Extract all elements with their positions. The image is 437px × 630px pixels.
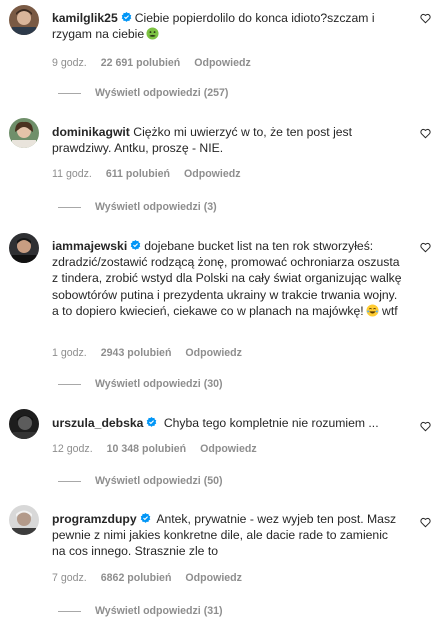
comment-likes[interactable]: 2943 polubień — [101, 347, 172, 359]
comment-item: dominikagwit Ciężko mi uwierzyć w to, że… — [0, 118, 437, 218]
comment-item: programzdupy Antek, prywatnie - wez wyje… — [0, 505, 437, 625]
comment-time: 12 godz. — [52, 443, 93, 455]
comment-username[interactable]: dominikagwit — [52, 125, 130, 139]
view-replies-label: Wyświetl odpowiedzi (31) — [95, 605, 223, 617]
avatar[interactable] — [9, 233, 39, 263]
verified-badge-icon — [121, 12, 132, 23]
comment-item: iammajewski dojebane bucket list na ten r… — [0, 233, 437, 393]
verified-badge-icon — [130, 240, 141, 251]
view-replies-label: Wyświetl odpowiedzi (257) — [95, 87, 229, 99]
comment-text: iammajewski dojebane bucket list na ten r… — [52, 238, 404, 319]
comment-body-suffix: wtf — [382, 303, 398, 318]
comment-text: dominikagwit Ciężko mi uwierzyć w to, że… — [52, 124, 404, 156]
like-heart-icon[interactable] — [420, 421, 431, 432]
avatar[interactable] — [9, 505, 39, 535]
comment-username[interactable]: iammajewski — [52, 239, 127, 253]
like-heart-icon[interactable] — [420, 13, 431, 24]
avatar[interactable] — [9, 409, 39, 439]
view-replies-label: Wyświetl odpowiedzi (30) — [95, 378, 223, 390]
comment-meta: 12 godz. 10 348 polubień Odpowiedz — [52, 443, 271, 455]
comment-body: Chyba tego kompletnie nie rozumiem ... — [163, 416, 379, 430]
reply-button[interactable]: Odpowiedz — [200, 443, 257, 455]
like-heart-icon[interactable] — [420, 517, 431, 528]
divider — [58, 206, 81, 208]
comment-username[interactable]: urszula_debska — [52, 416, 143, 430]
reply-button[interactable]: Odpowiedz — [185, 572, 242, 584]
divider — [58, 610, 81, 612]
divider — [58, 480, 81, 482]
reply-button[interactable]: Odpowiedz — [185, 347, 242, 359]
view-replies-button[interactable]: Wyświetl odpowiedzi (31) — [58, 605, 223, 617]
view-replies-button[interactable]: Wyświetl odpowiedzi (50) — [58, 475, 223, 487]
comment-text: programzdupy Antek, prywatnie - wez wyje… — [52, 511, 404, 560]
comment-likes[interactable]: 611 polubień — [106, 168, 170, 180]
tears-of-joy-icon — [366, 304, 379, 317]
verified-badge-icon — [140, 513, 151, 524]
view-replies-label: Wyświetl odpowiedzi (50) — [95, 475, 223, 487]
comment-text: kamilglik25 Ciebie popierdolilo do konca … — [52, 10, 404, 42]
divider — [58, 383, 81, 385]
reply-button[interactable]: Odpowiedz — [194, 57, 251, 69]
nauseated-face-icon — [146, 27, 159, 40]
reply-button[interactable]: Odpowiedz — [184, 168, 241, 180]
comment-time: 9 godz. — [52, 57, 87, 69]
comment-meta: 11 godz. 611 polubień Odpowiedz — [52, 168, 255, 180]
comment-time: 1 godz. — [52, 347, 87, 359]
comment-meta: 1 godz. 2943 polubień Odpowiedz — [52, 347, 256, 359]
comment-likes[interactable]: 6862 polubień — [101, 572, 172, 584]
comment-time: 11 godz. — [52, 168, 92, 180]
avatar[interactable] — [9, 5, 39, 35]
view-replies-button[interactable]: Wyświetl odpowiedzi (3) — [58, 201, 217, 213]
comment-meta: 7 godz. 6862 polubień Odpowiedz — [52, 572, 256, 584]
view-replies-label: Wyświetl odpowiedzi (3) — [95, 201, 217, 213]
comment-time: 7 godz. — [52, 572, 87, 584]
comment-item: kamilglik25 Ciebie popierdolilo do konca … — [0, 5, 437, 105]
comment-username[interactable]: kamilglik25 — [52, 11, 118, 25]
comment-meta: 9 godz. 22 691 polubień Odpowiedz — [52, 57, 265, 69]
view-replies-button[interactable]: Wyświetl odpowiedzi (30) — [58, 378, 223, 390]
comment-likes[interactable]: 10 348 polubień — [107, 443, 186, 455]
like-heart-icon[interactable] — [420, 242, 431, 253]
comment-likes[interactable]: 22 691 polubień — [101, 57, 180, 69]
avatar[interactable] — [9, 118, 39, 148]
comment-item: urszula_debska Chyba tego kompletnie nie… — [0, 409, 437, 489]
view-replies-button[interactable]: Wyświetl odpowiedzi (257) — [58, 87, 228, 99]
like-heart-icon[interactable] — [420, 128, 431, 139]
verified-badge-icon — [146, 417, 157, 428]
divider — [58, 92, 81, 94]
comment-text: urszula_debska Chyba tego kompletnie nie… — [52, 415, 404, 431]
comment-username[interactable]: programzdupy — [52, 512, 137, 526]
